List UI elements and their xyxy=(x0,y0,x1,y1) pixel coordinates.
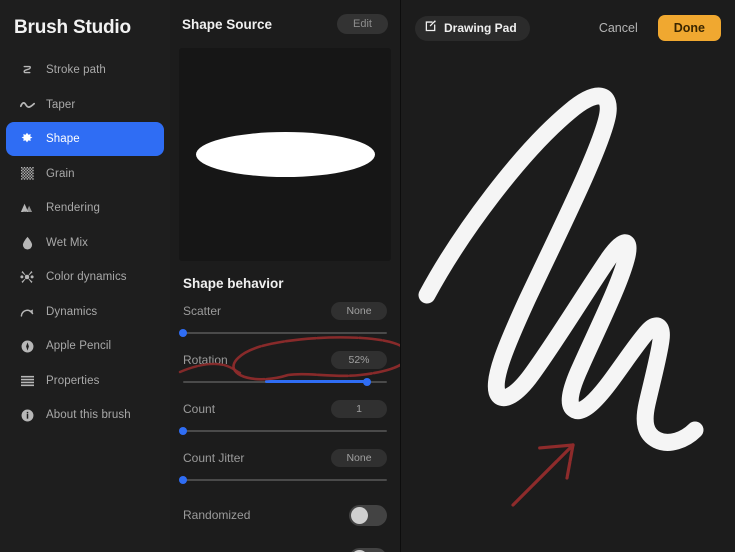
sidebar-item-label: Rendering xyxy=(46,202,100,214)
sidebar-item-label: Grain xyxy=(46,167,75,180)
sidebar-item-label: Taper xyxy=(46,98,76,111)
sidebar-item-about-this-brush[interactable]: About this brush xyxy=(6,398,164,432)
slider-knob[interactable] xyxy=(179,475,187,484)
rotation-slider[interactable] xyxy=(183,375,387,389)
sidebar-item-taper[interactable]: Taper xyxy=(6,88,164,122)
setting-row-azimuth: Azimuth xyxy=(170,530,400,552)
shape-settings-panel: Shape Source Edit Shape behavior Scatter… xyxy=(170,0,401,552)
stroke-path-icon xyxy=(16,61,38,79)
toggle-label: Randomized xyxy=(183,508,251,522)
setting-row-count: Count 1 xyxy=(170,389,400,438)
info-circle-icon xyxy=(16,406,38,424)
azimuth-toggle[interactable] xyxy=(349,547,387,552)
sidebar-item-grain[interactable]: Grain xyxy=(6,157,164,191)
slider-label: Scatter xyxy=(183,304,222,318)
setting-row-rotation: Rotation 52% xyxy=(170,340,400,389)
toggle-knob xyxy=(351,506,368,524)
count-slider[interactable] xyxy=(179,424,387,438)
drawing-pad-panel: Drawing Pad Cancel Done xyxy=(401,0,735,552)
sidebar-item-dynamics[interactable]: Dynamics xyxy=(6,295,164,329)
sidebar-item-label: Shape xyxy=(46,133,80,145)
slider-label: Count Jitter xyxy=(183,451,245,465)
slider-knob[interactable] xyxy=(179,426,187,435)
slider-track xyxy=(183,430,387,432)
brush-studio-window: Brush Studio Stroke path Taper Shape Gra… xyxy=(0,0,735,552)
sidebar-nav-list: Stroke path Taper Shape Grain Rendering … xyxy=(0,53,170,432)
sidebar-item-wet-mix[interactable]: Wet Mix xyxy=(6,226,164,260)
sidebar: Brush Studio Stroke path Taper Shape Gra… xyxy=(0,0,170,552)
sidebar-item-label: About this brush xyxy=(46,409,131,421)
app-title: Brush Studio xyxy=(14,17,131,38)
properties-list-icon xyxy=(16,372,38,390)
sidebar-item-stroke-path[interactable]: Stroke path xyxy=(6,53,164,87)
slider-knob[interactable] xyxy=(179,328,187,337)
shape-source-title: Shape Source xyxy=(182,16,273,32)
shape-preview-ellipse xyxy=(195,132,375,177)
shape-source-header: Shape Source Edit xyxy=(170,0,400,48)
taper-wave-icon xyxy=(16,96,38,114)
sidebar-item-label: Color dynamics xyxy=(46,271,127,283)
rendering-mountain-icon xyxy=(16,199,38,217)
shape-behavior-scroll[interactable]: Shape behavior Scatter None Rotation 52% xyxy=(170,262,400,552)
sidebar-item-label: Dynamics xyxy=(46,305,98,318)
dynamics-arc-icon xyxy=(16,303,38,321)
slider-value[interactable]: None xyxy=(331,448,387,468)
droplet-icon xyxy=(16,234,38,252)
sidebar-item-properties[interactable]: Properties xyxy=(6,364,164,398)
slider-track xyxy=(183,332,387,334)
randomized-toggle[interactable] xyxy=(349,504,387,526)
sidebar-item-label: Apple Pencil xyxy=(46,340,112,352)
slider-fill xyxy=(264,380,367,383)
setting-row-scatter: Scatter None xyxy=(170,291,400,340)
shape-behavior-title: Shape behavior xyxy=(183,276,284,291)
grain-grid-icon xyxy=(16,165,38,183)
sidebar-item-label: Wet Mix xyxy=(46,236,89,249)
sidebar-item-apple-pencil[interactable]: Apple Pencil xyxy=(6,329,164,363)
slider-value[interactable]: 52% xyxy=(331,350,387,370)
drawing-canvas[interactable] xyxy=(401,0,735,552)
slider-track xyxy=(183,479,387,481)
scatter-slider[interactable] xyxy=(179,326,387,340)
slider-label: Rotation xyxy=(183,353,228,367)
sidebar-item-color-dynamics[interactable]: Color dynamics xyxy=(6,260,164,294)
shape-burst-icon xyxy=(16,130,38,148)
setting-row-count-jitter: Count Jitter None xyxy=(170,438,400,487)
setting-row-randomized: Randomized xyxy=(170,487,400,530)
sidebar-item-shape[interactable]: Shape xyxy=(6,122,164,156)
slider-value[interactable]: None xyxy=(331,301,387,321)
slider-knob[interactable] xyxy=(362,377,371,386)
slider-label: Count xyxy=(183,402,216,416)
edit-shape-button[interactable]: Edit xyxy=(337,13,388,35)
slider-value[interactable]: 1 xyxy=(331,399,387,419)
sidebar-item-rendering[interactable]: Rendering xyxy=(6,191,164,225)
apple-pencil-icon xyxy=(16,337,38,355)
count-jitter-slider[interactable] xyxy=(179,473,387,487)
color-dynamics-icon xyxy=(16,268,38,286)
sidebar-item-label: Stroke path xyxy=(46,64,106,76)
shape-source-preview[interactable] xyxy=(179,48,391,261)
sidebar-item-label: Properties xyxy=(46,374,100,387)
stroke-arrow-annotation xyxy=(511,443,575,507)
